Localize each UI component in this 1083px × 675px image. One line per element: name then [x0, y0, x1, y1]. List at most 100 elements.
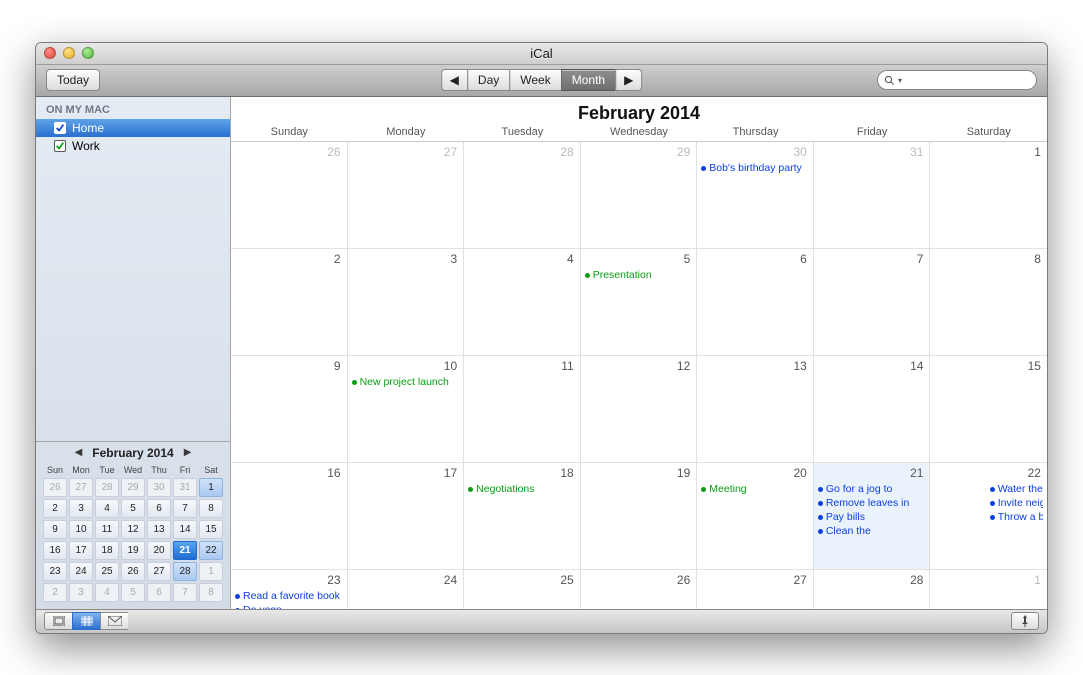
mini-day[interactable]: 16 [42, 540, 68, 561]
mini-day[interactable]: 29 [120, 477, 146, 498]
mini-day[interactable]: 30 [146, 477, 172, 498]
pin-button[interactable] [1011, 612, 1039, 630]
mini-day[interactable]: 2 [42, 498, 68, 519]
mini-day[interactable]: 5 [120, 498, 146, 519]
day-cell[interactable]: 25 [464, 570, 581, 609]
mini-day[interactable]: 8 [198, 582, 224, 603]
checkbox-icon[interactable] [54, 122, 66, 134]
day-cell[interactable]: 9 [231, 356, 348, 463]
mini-day[interactable]: 27 [68, 477, 94, 498]
day-cell[interactable]: 8 [930, 249, 1047, 356]
day-cell[interactable]: 23Read a favorite bookDo yogaVisit an ar… [231, 570, 348, 609]
mini-prev-button[interactable]: ◀ [71, 447, 87, 458]
calendar-item-work[interactable]: Work [36, 137, 230, 155]
mini-day[interactable]: 14 [172, 519, 198, 540]
mini-day[interactable]: 26 [120, 561, 146, 582]
mini-day[interactable]: 9 [42, 519, 68, 540]
day-cell[interactable]: 29 [581, 142, 698, 249]
day-cell[interactable]: 28 [464, 142, 581, 249]
day-cell[interactable]: 20Meeting [697, 463, 814, 570]
event[interactable]: Clean the [818, 525, 926, 538]
day-cell[interactable]: 19 [581, 463, 698, 570]
mini-day[interactable]: 12 [120, 519, 146, 540]
prev-button[interactable]: ◀ [441, 69, 467, 91]
day-cell[interactable]: 24 [348, 570, 465, 609]
mini-day[interactable]: 24 [68, 561, 94, 582]
day-cell[interactable]: 16 [231, 463, 348, 570]
mini-day[interactable]: 17 [68, 540, 94, 561]
day-cell[interactable]: 11 [464, 356, 581, 463]
mini-day[interactable]: 4 [94, 498, 120, 519]
event[interactable]: New project launch [352, 376, 460, 389]
mini-day[interactable]: 7 [172, 498, 198, 519]
day-cell[interactable]: 1 [930, 142, 1047, 249]
mini-day[interactable]: 20 [146, 540, 172, 561]
day-cell[interactable]: 28 [814, 570, 931, 609]
zoom-icon[interactable] [82, 47, 94, 59]
mini-day[interactable]: 23 [42, 561, 68, 582]
event[interactable]: Negotiations [468, 483, 576, 496]
mini-day[interactable]: 10 [68, 519, 94, 540]
view-week-button[interactable]: Week [509, 69, 560, 91]
event[interactable]: Presentation [585, 269, 693, 282]
day-cell[interactable]: 17 [348, 463, 465, 570]
view-day-button[interactable]: Day [467, 69, 509, 91]
day-cell[interactable]: 5Presentation [581, 249, 698, 356]
mini-day[interactable]: 21 [172, 540, 198, 561]
show-minimonth-button[interactable] [72, 612, 100, 630]
view-month-button[interactable]: Month [561, 69, 615, 91]
mini-day[interactable]: 5 [120, 582, 146, 603]
mini-day[interactable]: 19 [120, 540, 146, 561]
event[interactable]: Water the flowers [990, 483, 1043, 496]
event[interactable]: Go for a jog to [818, 483, 926, 496]
mini-day[interactable]: 3 [68, 582, 94, 603]
event[interactable]: Meeting [701, 483, 809, 496]
calendar-item-home[interactable]: Home [36, 119, 230, 137]
close-icon[interactable] [44, 47, 56, 59]
day-cell[interactable]: 3 [348, 249, 465, 356]
event[interactable]: Bob's birthday party [701, 162, 809, 175]
day-cell[interactable]: 4 [464, 249, 581, 356]
day-cell[interactable]: 15 [930, 356, 1047, 463]
next-button[interactable]: ▶ [615, 69, 642, 91]
day-cell[interactable]: 12 [581, 356, 698, 463]
event[interactable]: Do yoga [235, 604, 343, 609]
mini-day[interactable]: 22 [198, 540, 224, 561]
mini-day[interactable]: 27 [146, 561, 172, 582]
day-cell[interactable]: 14 [814, 356, 931, 463]
day-cell[interactable]: 2 [231, 249, 348, 356]
mini-day[interactable]: 7 [172, 582, 198, 603]
mini-day[interactable]: 2 [42, 582, 68, 603]
day-cell[interactable]: 26 [231, 142, 348, 249]
day-cell[interactable]: 26 [581, 570, 698, 609]
day-cell[interactable]: 18Negotiations [464, 463, 581, 570]
mini-day[interactable]: 25 [94, 561, 120, 582]
mini-day[interactable]: 6 [146, 498, 172, 519]
day-cell[interactable]: 22Water the flowersInvite neigh-Throw a … [930, 463, 1047, 570]
event[interactable]: Pay bills [818, 511, 926, 524]
day-cell[interactable]: 13 [697, 356, 814, 463]
mini-next-button[interactable]: ▶ [180, 447, 196, 458]
day-cell[interactable]: 30Bob's birthday party [697, 142, 814, 249]
show-notifications-button[interactable] [100, 612, 128, 630]
checkbox-icon[interactable] [54, 140, 66, 152]
mini-day[interactable]: 8 [198, 498, 224, 519]
day-cell[interactable]: 21Go for a jog toRemove leaves inPay bil… [814, 463, 931, 570]
minimize-icon[interactable] [63, 47, 75, 59]
event[interactable]: Invite neigh- [990, 497, 1043, 510]
day-cell[interactable]: 27 [348, 142, 465, 249]
search-input[interactable]: ▾ [877, 70, 1037, 90]
mini-day[interactable]: 3 [68, 498, 94, 519]
mini-day[interactable]: 1 [198, 477, 224, 498]
event[interactable]: Remove leaves in [818, 497, 926, 510]
day-cell[interactable]: 1 [930, 570, 1047, 609]
mini-day[interactable]: 13 [146, 519, 172, 540]
mini-day[interactable]: 18 [94, 540, 120, 561]
show-calendars-button[interactable] [44, 612, 72, 630]
mini-day[interactable]: 4 [94, 582, 120, 603]
day-cell[interactable]: 31 [814, 142, 931, 249]
day-cell[interactable]: 10New project launch [348, 356, 465, 463]
mini-day[interactable]: 1 [198, 561, 224, 582]
today-button[interactable]: Today [46, 69, 100, 91]
mini-day[interactable]: 15 [198, 519, 224, 540]
